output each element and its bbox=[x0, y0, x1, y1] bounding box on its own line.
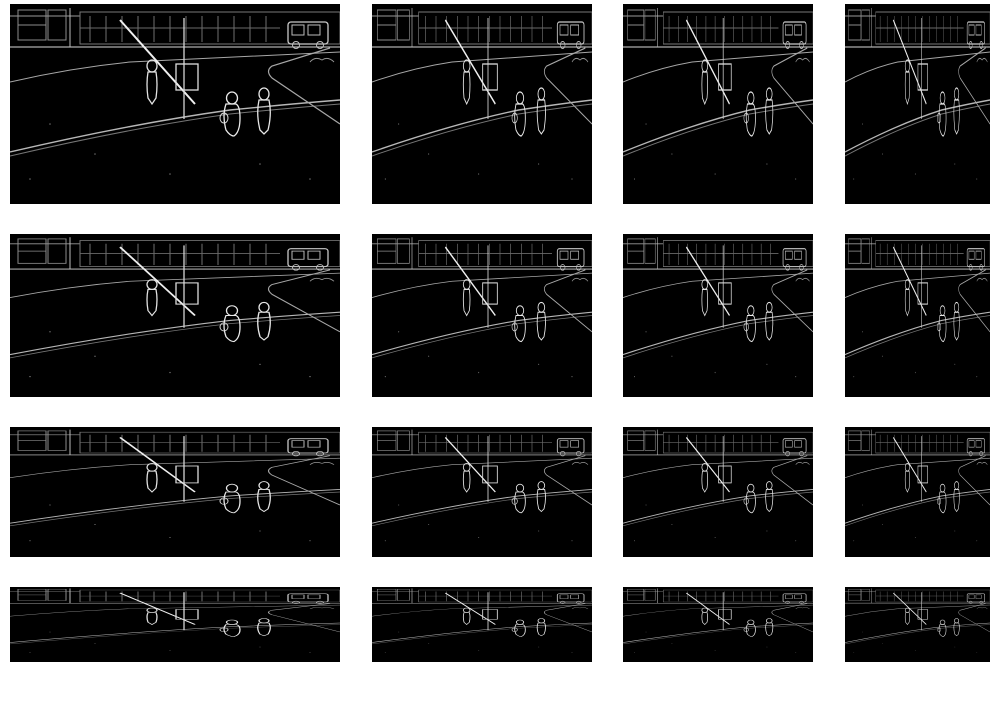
grid-row bbox=[10, 427, 990, 557]
edge-image-r1c1 bbox=[10, 4, 340, 204]
edge-image-r3c2 bbox=[372, 427, 592, 557]
edge-image-r3c3 bbox=[623, 427, 813, 557]
edge-image-r4c1 bbox=[10, 587, 340, 662]
edge-image-r1c4 bbox=[845, 4, 990, 204]
edge-image-r2c2 bbox=[372, 234, 592, 397]
edge-image-r1c3 bbox=[623, 4, 813, 204]
edge-image-r2c1 bbox=[10, 234, 340, 397]
edge-image-r4c2 bbox=[372, 587, 592, 662]
grid-row bbox=[10, 4, 990, 204]
edge-image-r2c3 bbox=[623, 234, 813, 397]
edge-image-r2c4 bbox=[845, 234, 990, 397]
edge-image-r3c4 bbox=[845, 427, 990, 557]
edge-image-r1c2 bbox=[372, 4, 592, 204]
edge-image-r3c1 bbox=[10, 427, 340, 557]
grid-row bbox=[10, 587, 990, 662]
edge-image-r4c3 bbox=[623, 587, 813, 662]
grid-row bbox=[10, 234, 990, 397]
image-scale-grid bbox=[10, 4, 990, 662]
edge-image-r4c4 bbox=[845, 587, 990, 662]
